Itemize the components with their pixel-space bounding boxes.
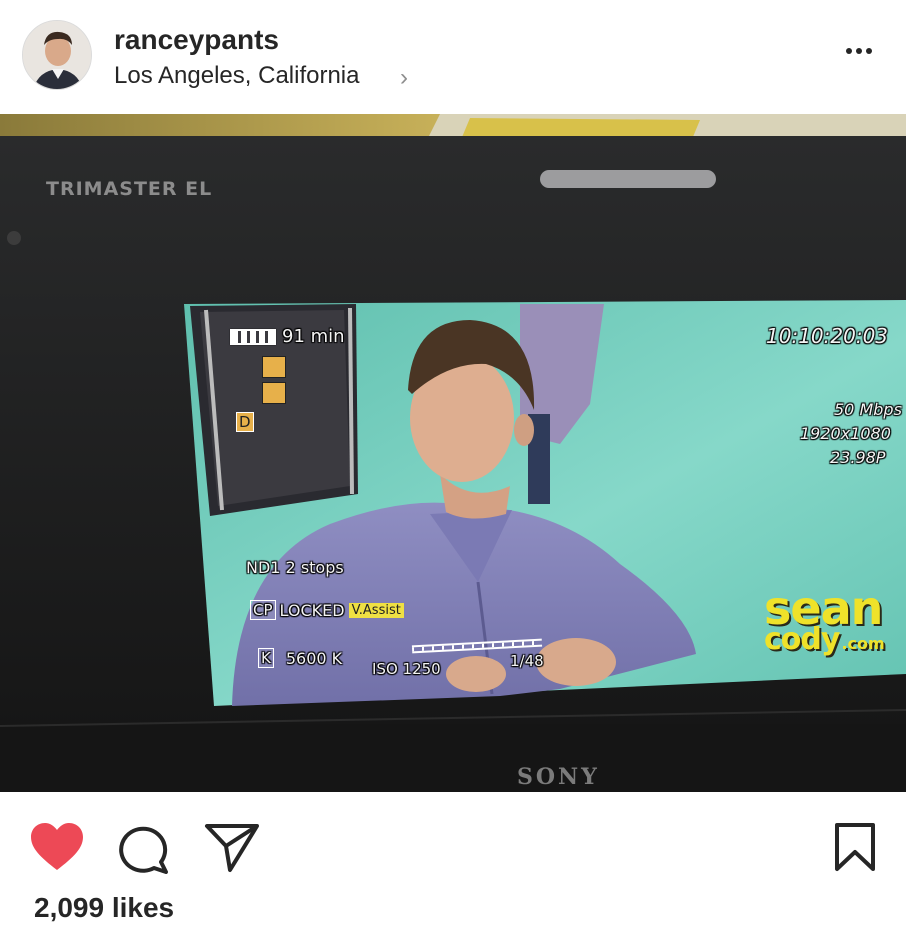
heart-icon-svg <box>31 823 83 870</box>
post-photo[interactable]: TRIMASTER EL SONY 91 min D 10:10:20:03 5… <box>0 114 906 792</box>
osd-battery: 91 min <box>230 326 345 347</box>
more-options-icon[interactable] <box>846 48 872 54</box>
comment-icon-svg <box>119 826 168 874</box>
more-dot <box>866 48 872 54</box>
osd-nd: ND1 2 stops <box>246 558 344 577</box>
osd-wb-row: K 5600 K <box>258 648 342 668</box>
avatar-image <box>23 21 91 89</box>
post-header: ranceypants Los Angeles, California › <box>0 0 906 114</box>
osd-cp-row: CP LOCKED V.Assist <box>250 600 404 620</box>
bookmark-icon-svg <box>835 823 875 871</box>
send-icon[interactable] <box>204 822 260 879</box>
profile-avatar[interactable] <box>22 20 92 90</box>
vassist-badge: V.Assist <box>348 602 404 618</box>
post-username[interactable]: ranceypants <box>114 24 279 56</box>
monitor-maker-label: SONY <box>517 764 600 790</box>
send-icon-svg <box>205 824 259 872</box>
osd-bitrate: 50 Mbps <box>834 400 902 419</box>
post-location[interactable]: Los Angeles, California <box>114 62 359 90</box>
post-actions: 2,099 likes <box>0 792 906 949</box>
comment-icon[interactable] <box>118 824 170 879</box>
more-dot <box>846 48 852 54</box>
likes-count[interactable]: 2,099 likes <box>34 892 174 924</box>
cp-tag: CP <box>250 600 276 620</box>
k-tag: K <box>258 648 274 668</box>
osd-timecode: 10:10:20:03 <box>766 324 889 348</box>
osd-shutter: 1/48 <box>510 652 544 670</box>
photo-scene <box>0 114 906 792</box>
more-dot <box>856 48 862 54</box>
watermark-logo: sean cody .com <box>764 585 885 657</box>
osd-battery-text: 91 min <box>282 326 345 347</box>
osd-resolution: 1920x1080 <box>800 424 891 443</box>
monitor-brand-label: TRIMASTER EL <box>46 178 213 200</box>
osd-flag-icon <box>262 356 286 378</box>
osd-framerate: 23.98P <box>830 448 886 467</box>
osd-d-tag: D <box>236 412 258 432</box>
d-tag: D <box>236 412 254 432</box>
heart-icon[interactable] <box>30 822 84 877</box>
battery-icon <box>230 328 276 345</box>
bookmark-icon[interactable] <box>834 822 876 877</box>
watermark-suffix: .com <box>841 633 885 653</box>
white-balance: 5600 K <box>285 648 343 668</box>
osd-iso: ISO 1250 <box>372 660 441 678</box>
osd-flag-icon <box>262 382 286 404</box>
watermark-line2: cody <box>764 621 840 657</box>
location-chevron-icon: › <box>400 64 408 91</box>
cp-status: LOCKED <box>279 600 345 620</box>
